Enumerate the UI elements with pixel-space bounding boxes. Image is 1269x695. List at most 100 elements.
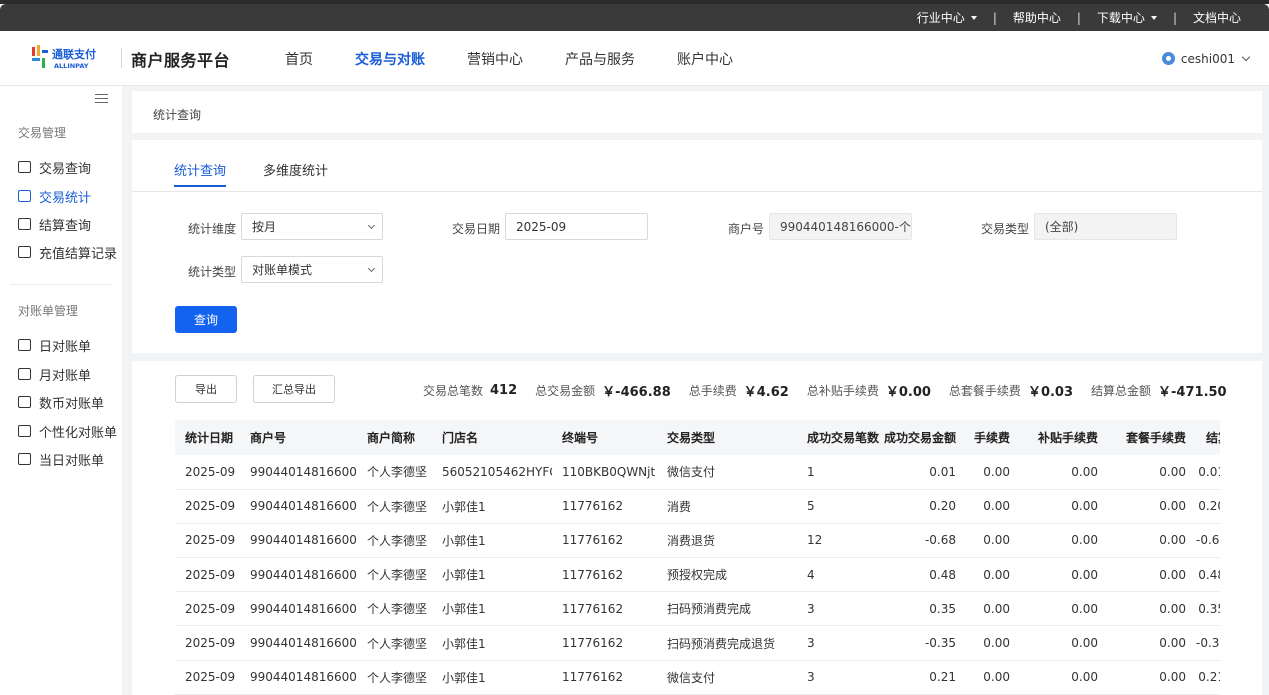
summary-label: 总交易金额 [535,384,596,398]
merchant-field[interactable]: 990440148166000-个人 [769,213,912,240]
tab-bar: 统计查询 多维度统计 [132,140,1262,192]
table-cell: 小郭佳1 [432,489,552,524]
month-bill-icon [18,368,31,380]
summary-bar: 交易总笔数 412 总交易金额 ￥-466.88 总手续费 ￥4.62 总补贴手续费 ￥… [423,381,1245,400]
sidebar-item-label: 月对账单 [39,368,92,384]
download-center-link[interactable]: 下载中心 [1097,9,1157,26]
col-header: 门店名 [432,420,552,455]
table-cell: 个人李德坚 [357,455,432,490]
docs-center-link[interactable]: 文档中心 [1193,9,1241,26]
industry-center-label: 行业中心 [916,11,965,25]
top-utility-bar: 行业中心 | 帮助中心 | 下载中心 | 文档中心 [0,4,1269,31]
table-row[interactable]: 2025-09 990440148166000 个人李德坚 小郭佳1 11776162 预… [175,557,1220,593]
table-row[interactable]: 2025-09 990440148166000 个人李德坚 小郭佳1 11776162 扫… [175,625,1220,661]
stat-type-select[interactable]: 对账单模式 [241,256,383,283]
industry-center-link[interactable]: 行业中心 [917,9,977,26]
sidebar-item-trade-stats[interactable]: 交易统计 [18,187,91,206]
summary-value: ￥4.62 [743,385,789,400]
col-header: 终端号 [552,420,657,455]
logo-subtext: ALLINPAY [54,62,89,70]
summary-label: 总手续费 [688,384,737,398]
table-cell: 11776162 [552,591,657,627]
table-row[interactable]: 2025-09 990440148166000 个人李德坚 小郭佳1 11776162 微… [175,660,1220,695]
col-header: 结算金额 [1196,420,1220,455]
chevron-down-icon [367,221,376,230]
separator: | [1172,10,1177,25]
table-cell: 3 [797,591,879,627]
table-cell: 11776162 [552,557,657,593]
table-cell: 0.00 [1108,455,1196,490]
table-cell: 11776162 [552,523,657,559]
table-cell: 2025-09 [175,591,240,627]
table-row[interactable]: 2025-09 990440148166000 个人李德坚 小郭佳1 11776162 扫… [175,591,1220,627]
nav-home[interactable]: 首页 [285,49,313,69]
table-cell: 个人李德坚 [357,625,432,661]
dimension-select[interactable]: 按月 [241,213,383,240]
table-cell: 990440148166000 [240,660,357,695]
table-cell: 0.01 [879,455,966,490]
col-header: 商户号 [240,420,357,455]
summary-value: ￥0.03 [1027,385,1074,400]
table-cell: 0.00 [1108,523,1196,559]
nav-products[interactable]: 产品与服务 [565,49,635,69]
breadcrumb: 统计查询 [132,91,1262,133]
allinpay-logo[interactable]: 通联支付 ALLINPAY [30,44,114,72]
trade-type-field[interactable]: (全部) [1034,213,1177,240]
sidebar-item-recharge-records[interactable]: 充值结算记录 [18,243,117,262]
table-cell: 扫码预消费完成退货 [657,625,797,661]
help-center-link[interactable]: 帮助中心 [1013,9,1061,26]
sidebar-item-settle-query[interactable]: 结算查询 [18,215,91,234]
table-cell: -0.68 [879,523,966,559]
utility-links: 行业中心 | 帮助中心 | 下载中心 | 文档中心 [917,4,1241,31]
table-row[interactable]: 2025-09 990440148166000 个人李德坚 56052105462HY… [175,455,1220,490]
col-header: 成功交易笔数 [797,420,879,455]
table-cell: 小郭佳1 [432,591,552,627]
summary-value: 412 [490,383,518,398]
sidebar-item-trade-query[interactable]: 交易查询 [18,158,91,177]
calendar-icon [18,161,31,173]
results-table: 统计日期 商户号 商户简称 门店名 终端号 交易类型 成功交易笔数 成功交易金额… [175,420,1220,695]
table-cell: 0.00 [1020,523,1108,559]
col-header: 手续费 [966,420,1020,455]
chevron-down-icon [1241,52,1251,61]
dimension-value: 按月 [252,220,277,234]
sidebar-item-today-bill[interactable]: 当日对账单 [18,450,104,469]
table-row[interactable]: 2025-09 990440148166000 个人李德坚 小郭佳1 11776162 消… [175,523,1220,559]
sidebar-item-label: 个性化对账单 [39,425,118,441]
table-cell: 2025-09 [175,489,240,524]
table-cell: 0.00 [966,557,1020,593]
export-button[interactable]: 导出 [175,375,237,403]
results-table-wrapper[interactable]: 统计日期 商户号 商户简称 门店名 终端号 交易类型 成功交易笔数 成功交易金额… [175,420,1220,695]
nav-trade-reconcile[interactable]: 交易与对账 [355,49,425,69]
table-cell: 0.20 [879,489,966,524]
tab-multi-dimension[interactable]: 多维度统计 [263,160,328,179]
summary-label: 总套餐手续费 [948,384,1021,398]
query-button[interactable]: 查询 [175,306,237,333]
nav-account[interactable]: 账户中心 [677,49,733,69]
summary-value: ￥0.00 [885,385,931,400]
table-row[interactable]: 2025-09 990440148166000 个人李德坚 小郭佳1 11776162 消… [175,489,1220,524]
table-cell: 2025-09 [175,660,240,695]
table-cell: 个人李德坚 [357,557,432,593]
nav-marketing[interactable]: 营销中心 [467,49,523,69]
table-cell: 0.48 [1196,557,1220,593]
menu-toggle-icon[interactable] [95,94,108,104]
sidebar-item-daily-bill[interactable]: 日对账单 [18,336,91,355]
table-cell: 小郭佳1 [432,625,552,661]
sidebar-item-digital-bill[interactable]: 数币对账单 [18,393,104,412]
sidebar-item-monthly-bill[interactable]: 月对账单 [18,365,92,384]
col-header: 统计日期 [175,420,240,455]
sidebar-item-custom-bill[interactable]: 个性化对账单 [18,422,118,441]
table-cell: 0.00 [966,523,1020,559]
table-header-row: 统计日期 商户号 商户简称 门店名 终端号 交易类型 成功交易笔数 成功交易金额… [175,420,1220,455]
table-cell: 0.00 [1108,557,1196,593]
summary-export-button[interactable]: 汇总导出 [253,375,335,403]
table-cell: 个人李德坚 [357,591,432,627]
tab-stat-query[interactable]: 统计查询 [174,160,227,187]
platform-title: 商户服务平台 [131,51,231,70]
chevron-down-icon [367,264,376,273]
user-menu[interactable]: ceshi001 [1161,31,1251,86]
download-center-label: 下载中心 [1096,11,1145,25]
date-input[interactable]: 2025-09 [505,213,648,240]
table-cell: -0.35 [879,625,966,661]
